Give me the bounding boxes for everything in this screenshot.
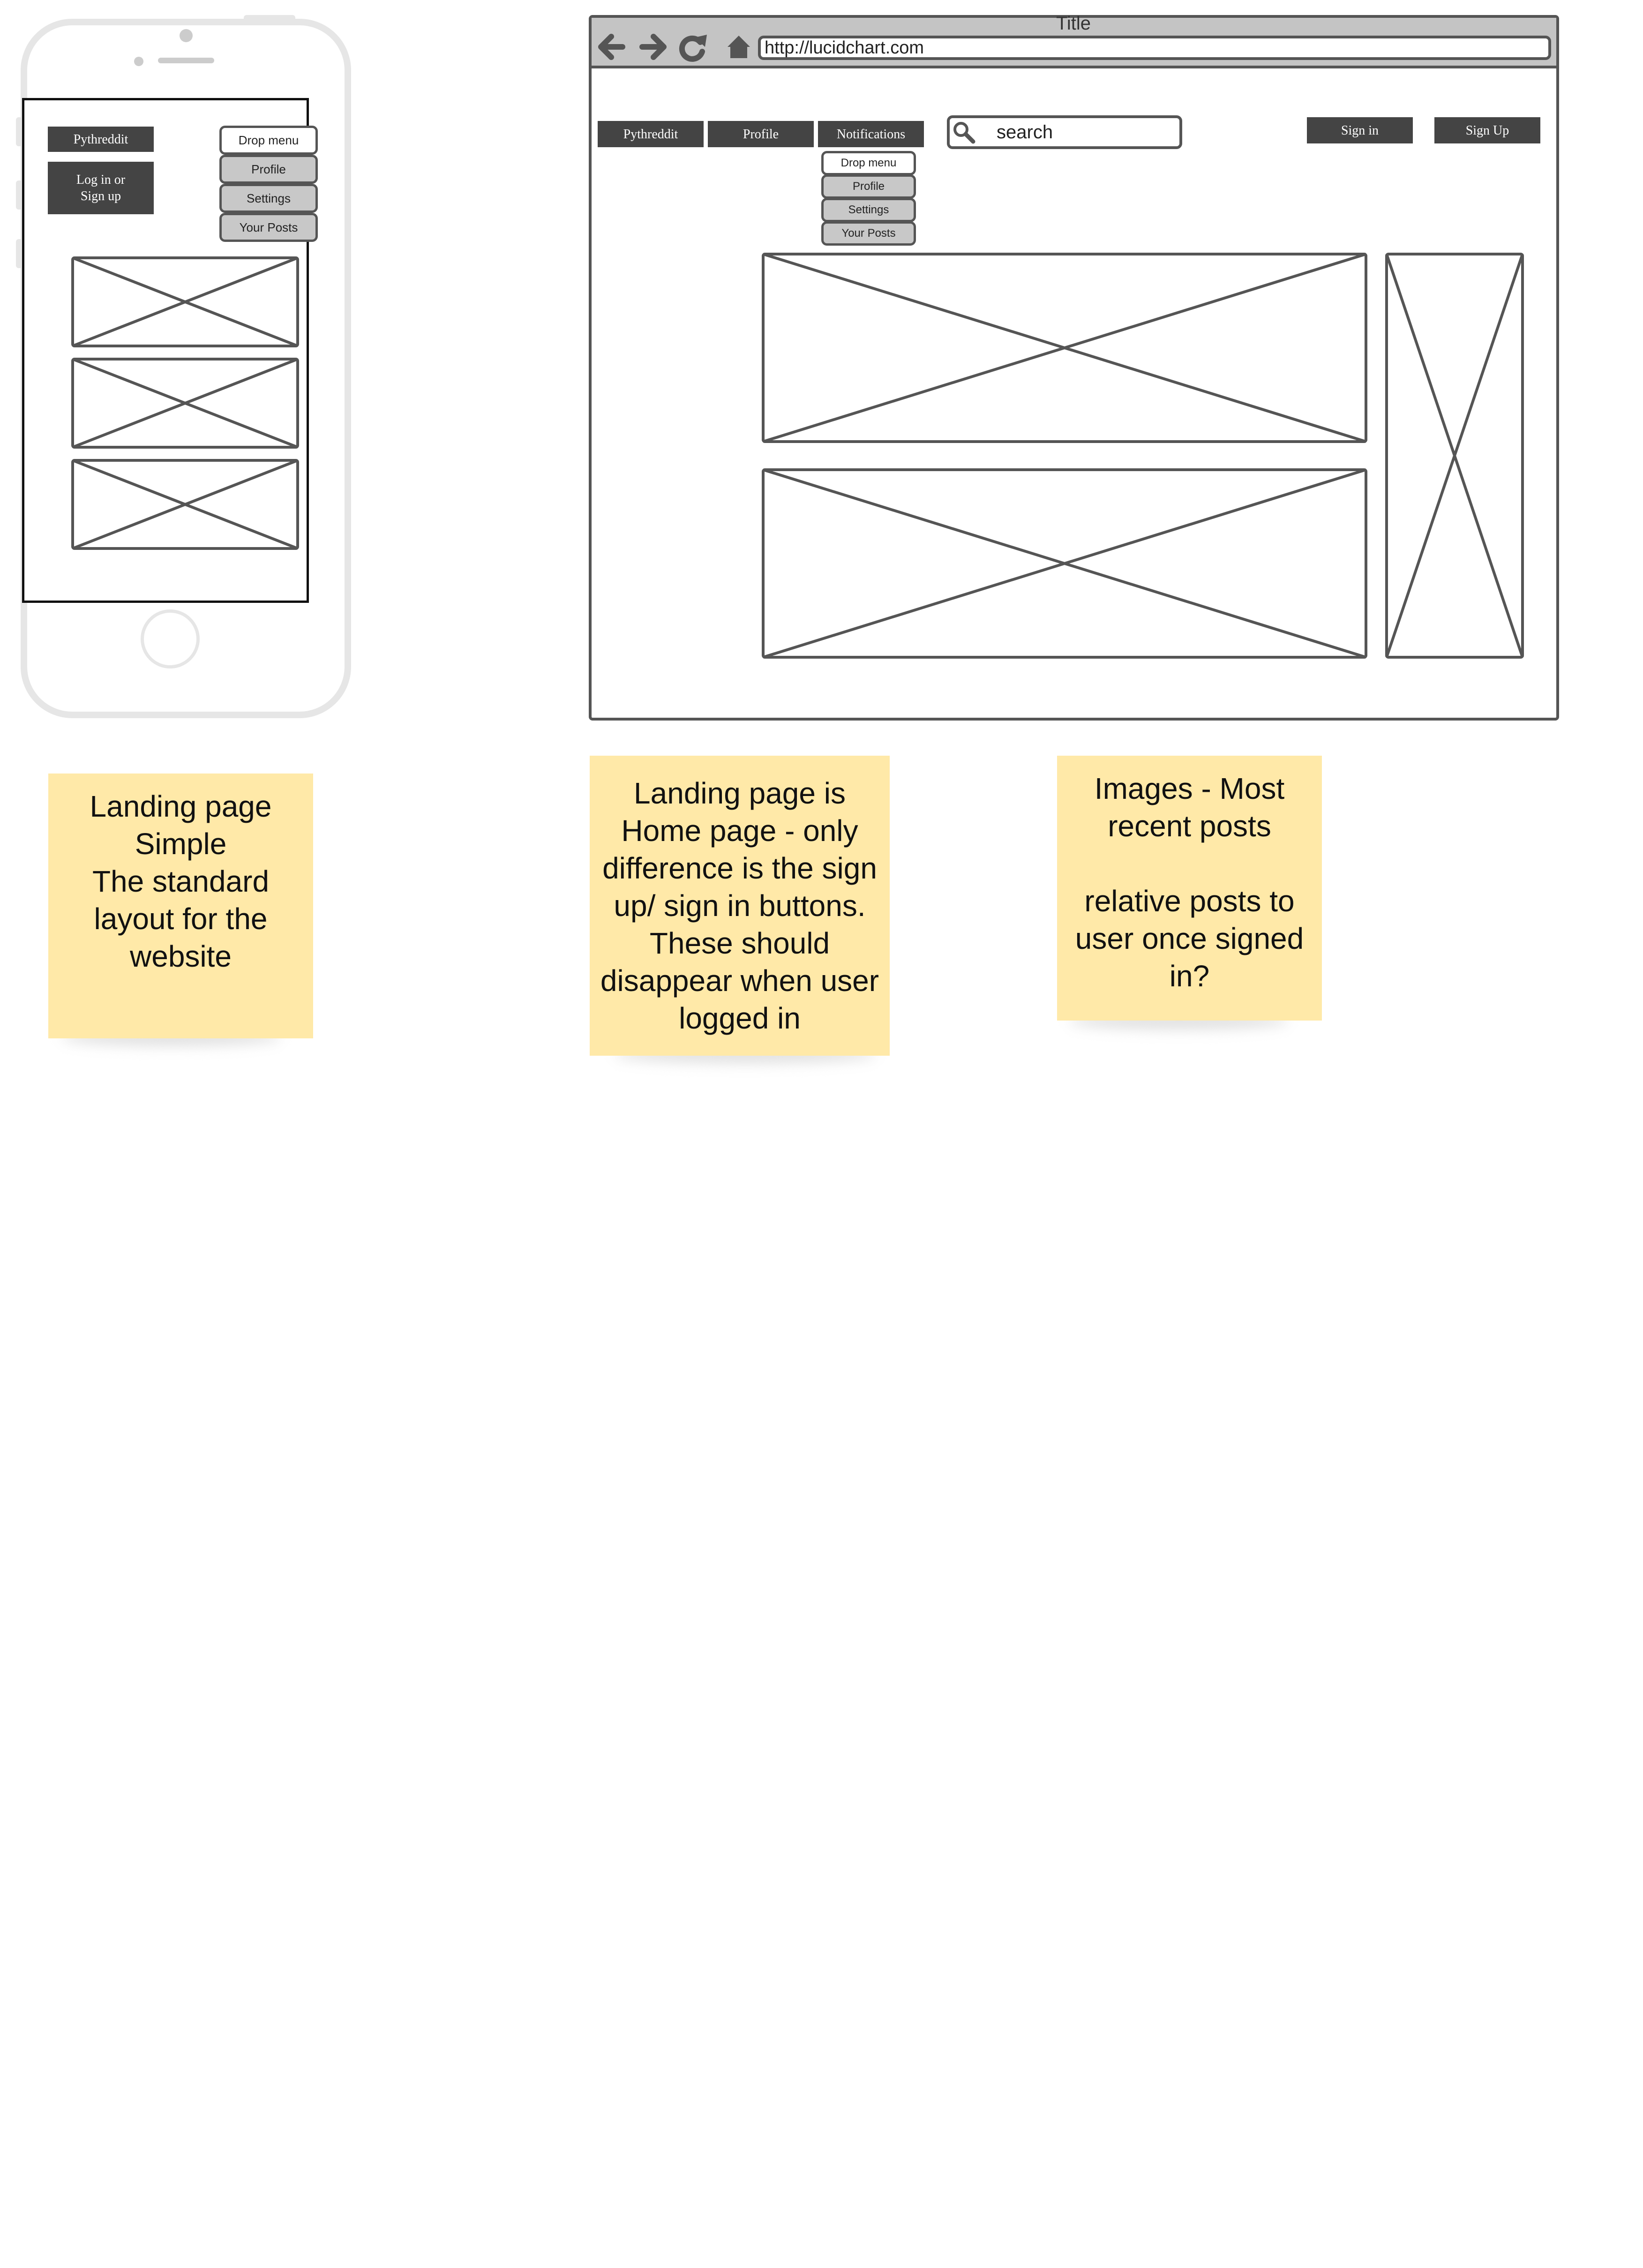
note-line: logged in bbox=[679, 1001, 801, 1035]
note-line: disappear when user bbox=[600, 964, 879, 998]
note-line: user once signed bbox=[1075, 922, 1304, 955]
note-line: The standard bbox=[92, 864, 270, 898]
note-line: recent posts bbox=[1108, 809, 1271, 843]
browser-image-placeholders bbox=[762, 253, 1524, 659]
note-line: layout for the bbox=[94, 902, 268, 936]
sticky-note-images: Images - Most recent posts relative post… bbox=[1057, 756, 1322, 1021]
note-line: Landing page is bbox=[634, 776, 846, 810]
note-line: Landing page bbox=[90, 789, 272, 823]
note-line: website bbox=[130, 939, 232, 973]
note-line: Home page - only bbox=[621, 814, 858, 848]
sticky-note-browser: Landing page is Home page - only differe… bbox=[590, 756, 890, 1056]
sticky-note-phone: Landing page Simple The standard layout … bbox=[48, 774, 313, 1038]
note-line: in? bbox=[1169, 959, 1210, 993]
note-line bbox=[1075, 845, 1304, 882]
note-line: Images - Most bbox=[1094, 772, 1285, 805]
note-line: relative posts to bbox=[1084, 884, 1295, 918]
note-line: up/ sign in buttons. bbox=[614, 889, 866, 923]
note-line: Simple bbox=[135, 827, 227, 861]
note-line: These should bbox=[649, 926, 830, 960]
note-line: difference is the sign bbox=[602, 851, 877, 885]
